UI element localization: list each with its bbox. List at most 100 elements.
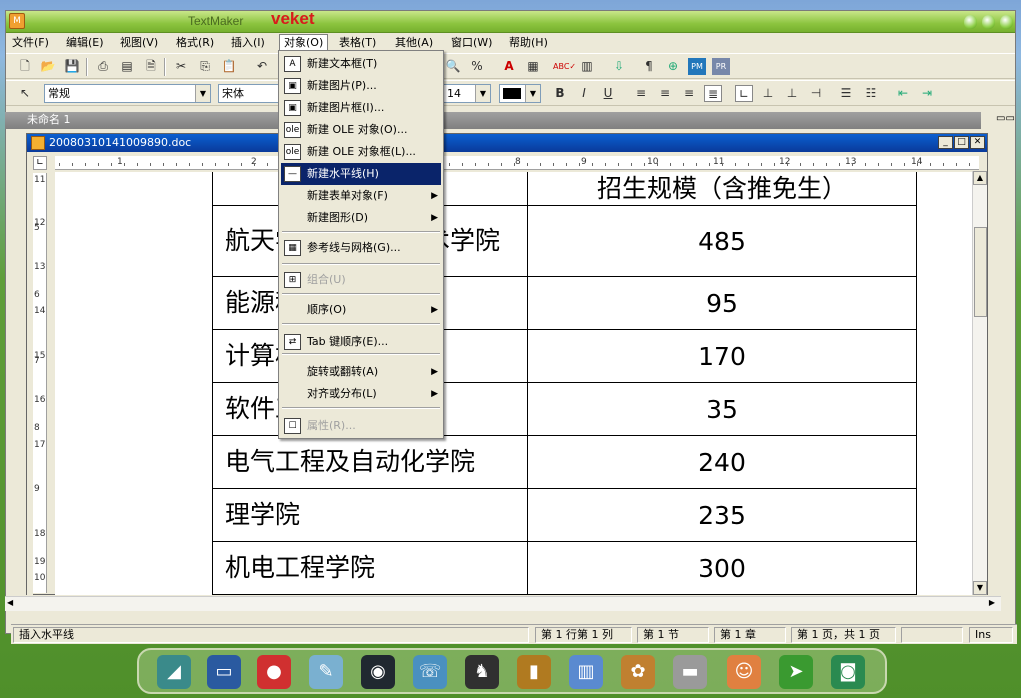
scroll-right-arrow-icon[interactable]: ▶	[989, 598, 995, 607]
print-icon[interactable]: ⎙	[94, 58, 112, 75]
align-left-icon[interactable]: ≡	[632, 85, 650, 102]
dock-arrow-icon[interactable]: ➤	[779, 655, 813, 689]
menu-help[interactable]: 帮助(H)	[505, 35, 552, 51]
font-color-a-icon[interactable]: A	[500, 58, 518, 75]
bullet-list-icon[interactable]: ☰	[837, 85, 855, 102]
object-menu-item[interactable]: ⇄ Tab 键顺序(E)...	[281, 331, 441, 353]
vertical-scrollbar[interactable]: ▲ ▼	[972, 171, 987, 595]
doc-maximize-button[interactable]: □	[954, 136, 969, 149]
object-menu-item[interactable]: ole 新建 OLE 对象(O)...	[281, 119, 441, 141]
numbered-list-icon[interactable]: ☷	[862, 85, 880, 102]
chevron-down-icon[interactable]: ▼	[525, 85, 540, 102]
navigator-icon[interactable]: ⇩	[610, 58, 628, 75]
object-menu-item[interactable]: 顺序(O) ▶	[281, 299, 441, 321]
tab-center-icon[interactable]: ⊥	[759, 85, 777, 102]
undo-icon[interactable]: ↶	[253, 58, 271, 75]
restore-mdi-button[interactable]: ▭▭	[996, 113, 1015, 128]
dock-camera-icon[interactable]: ◙	[831, 655, 865, 689]
underline-icon[interactable]: U	[599, 85, 617, 102]
dock-app-1-icon[interactable]: ◢	[157, 655, 191, 689]
dock-door-icon[interactable]: ▮	[517, 655, 551, 689]
dock-chart-icon[interactable]: ▥	[569, 655, 603, 689]
menu-view[interactable]: 视图(V)	[116, 35, 162, 51]
cell-enrollment[interactable]: 170	[527, 329, 917, 383]
scroll-down-arrow-icon[interactable]: ▼	[973, 581, 987, 595]
italic-icon[interactable]: I	[575, 85, 593, 102]
chevron-down-icon[interactable]: ▼	[195, 85, 210, 102]
menu-insert[interactable]: 插入(I)	[227, 35, 269, 51]
object-menu-item[interactable]: ole 新建 OLE 对象框(L)...	[281, 141, 441, 163]
tab-stop-selector-icon[interactable]: ∟	[33, 156, 47, 170]
dock-penguin-icon[interactable]: ♞	[465, 655, 499, 689]
horizontal-ruler[interactable]: 1 2 8 9 10 11 12 13 14	[55, 156, 979, 170]
copy-icon[interactable]: ⎘	[196, 58, 214, 75]
style-icon[interactable]: ▦	[524, 58, 542, 75]
cell-enrollment[interactable]: 95	[527, 276, 917, 330]
object-menu-item[interactable]: 旋转或翻转(A) ▶	[281, 361, 441, 383]
object-menu-item[interactable]: ▣ 新建图片(P)...	[281, 75, 441, 97]
pointer-arrow-icon[interactable]: ↖	[16, 85, 34, 102]
pilcrow-icon[interactable]: ¶	[640, 58, 658, 75]
scroll-left-arrow-icon[interactable]: ◀	[7, 598, 13, 607]
tab-left-icon[interactable]: ∟	[735, 85, 753, 102]
object-menu-item[interactable]: — 新建水平线(H)	[281, 163, 441, 185]
app-icon[interactable]: M	[9, 13, 25, 29]
cell-college[interactable]: 电气工程及自动化学院	[212, 435, 528, 489]
align-center-icon[interactable]: ≡	[656, 85, 674, 102]
align-right-icon[interactable]: ≡	[680, 85, 698, 102]
cell-enrollment[interactable]: 300	[527, 541, 917, 595]
dock-pig-icon[interactable]: ●	[257, 655, 291, 689]
document-page[interactable]: 院招生规模（含推免生）航天学院与信息技术学院485能源科学院95计算机科学学院1…	[55, 172, 975, 595]
tab-right-icon[interactable]: ⊣	[807, 85, 825, 102]
cell-enrollment[interactable]: 240	[527, 435, 917, 489]
indent-decrease-icon[interactable]: ⇤	[894, 85, 912, 102]
print-preview-icon[interactable]: ▤	[118, 58, 136, 75]
document-title-bar[interactable]: 20080310141009890.doc _ □ ✕	[27, 134, 987, 152]
menu-window[interactable]: 窗口(W)	[447, 35, 496, 51]
page-preview-icon[interactable]: 🗎	[142, 58, 160, 75]
object-menu-item[interactable]: A 新建文本框(T)	[281, 53, 441, 75]
title-bar[interactable]: M TextMaker veket	[6, 9, 1015, 33]
cell-enrollment[interactable]: 招生规模（含推免生）	[527, 172, 917, 206]
dock-palette-icon[interactable]: ✿	[621, 655, 655, 689]
dock-cartoon-icon[interactable]: ☺	[727, 655, 761, 689]
maximize-button[interactable]	[982, 15, 995, 29]
cell-enrollment[interactable]: 235	[527, 488, 917, 542]
paste-icon[interactable]: 📋	[220, 58, 238, 75]
object-menu-item[interactable]: 新建图形(D) ▶	[281, 207, 441, 229]
font-name-select[interactable]: 宋体	[218, 84, 280, 103]
spell-check-icon[interactable]: ABC✓	[553, 58, 576, 75]
indent-increase-icon[interactable]: ⇥	[918, 85, 936, 102]
menu-edit[interactable]: 编辑(E)	[62, 35, 108, 51]
font-size-select[interactable]: 14 ▼	[443, 84, 491, 103]
horizontal-scrollbar[interactable]: ◀ ▶	[5, 596, 1001, 611]
object-menu-item[interactable]: 对齐或分布(L) ▶	[281, 383, 441, 405]
minimize-button[interactable]	[964, 15, 977, 29]
pr-icon[interactable]: PR	[712, 58, 730, 75]
chart-icon[interactable]: ▥	[578, 58, 596, 75]
open-folder-icon[interactable]: 📂	[39, 58, 57, 75]
menu-table[interactable]: 表格(T)	[335, 35, 380, 51]
object-menu-item[interactable]: ⊞ 组合(U)	[281, 269, 441, 291]
find-replace-icon[interactable]: %	[468, 58, 486, 75]
object-menu-item[interactable]: ▦ 参考线与网格(G)...	[281, 237, 441, 259]
vertical-ruler[interactable]: 11 12 5 13 6 14 15 7 16 8 17 9 18 19 10	[33, 173, 47, 593]
object-menu-item[interactable]: 新建表单对象(F) ▶	[281, 185, 441, 207]
dock-browser-icon[interactable]: ◉	[361, 655, 395, 689]
object-menu-item[interactable]: ☐ 属性(R)...	[281, 415, 441, 437]
zoom-icon[interactable]: 🔍	[444, 58, 462, 75]
object-menu-item[interactable]: ▣ 新建图片框(I)...	[281, 97, 441, 119]
cut-icon[interactable]: ✂	[172, 58, 190, 75]
paragraph-style-select[interactable]: 常规 ▼	[44, 84, 211, 103]
field-icon[interactable]: ⊕	[664, 58, 682, 75]
cell-enrollment[interactable]: 485	[527, 205, 917, 277]
scrollbar-thumb[interactable]	[974, 227, 987, 317]
justify-icon[interactable]: ≣	[704, 85, 722, 102]
dock-monitor-icon[interactable]: ▭	[207, 655, 241, 689]
outer-document-title-bar[interactable]: 未命名 1	[5, 112, 981, 129]
tab-decimal-icon[interactable]: ⊥	[783, 85, 801, 102]
dock-network-icon[interactable]: ☏	[413, 655, 447, 689]
menu-format[interactable]: 格式(R)	[172, 35, 218, 51]
cell-college[interactable]: 理学院	[212, 488, 528, 542]
close-button[interactable]	[1000, 15, 1013, 29]
